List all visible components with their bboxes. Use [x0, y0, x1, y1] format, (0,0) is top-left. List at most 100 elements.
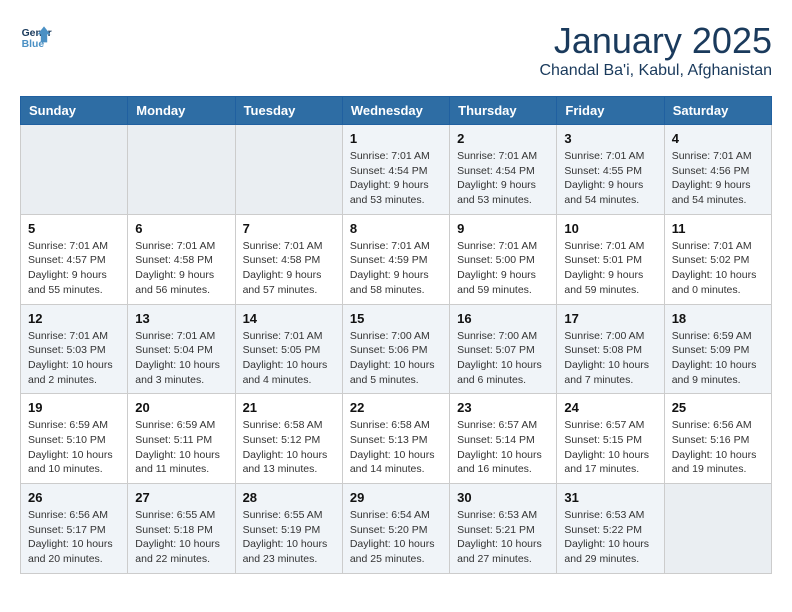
calendar-cell: 27 Sunrise: 6:55 AMSunset: 5:18 PMDayligh…	[128, 484, 235, 574]
day-info: Sunrise: 7:01 AMSunset: 4:57 PMDaylight:…	[28, 239, 120, 298]
day-info: Sunrise: 6:59 AMSunset: 5:11 PMDaylight:…	[135, 418, 227, 477]
day-info: Sunrise: 7:01 AMSunset: 5:02 PMDaylight:…	[672, 239, 764, 298]
day-info: Sunrise: 7:00 AMSunset: 5:07 PMDaylight:…	[457, 329, 549, 388]
calendar-cell: 25 Sunrise: 6:56 AMSunset: 5:16 PMDayligh…	[664, 394, 771, 484]
day-info: Sunrise: 7:00 AMSunset: 5:08 PMDaylight:…	[564, 329, 656, 388]
day-info: Sunrise: 7:01 AMSunset: 4:58 PMDaylight:…	[135, 239, 227, 298]
day-info: Sunrise: 7:01 AMSunset: 5:00 PMDaylight:…	[457, 239, 549, 298]
day-number: 4	[672, 131, 764, 146]
calendar-cell	[21, 125, 128, 215]
calendar-cell: 9 Sunrise: 7:01 AMSunset: 5:00 PMDaylight…	[450, 214, 557, 304]
day-info: Sunrise: 7:01 AMSunset: 5:04 PMDaylight:…	[135, 329, 227, 388]
day-number: 11	[672, 221, 764, 236]
col-header-tuesday: Tuesday	[235, 97, 342, 125]
day-number: 24	[564, 400, 656, 415]
calendar-cell: 16 Sunrise: 7:00 AMSunset: 5:07 PMDayligh…	[450, 304, 557, 394]
calendar-cell: 6 Sunrise: 7:01 AMSunset: 4:58 PMDaylight…	[128, 214, 235, 304]
title-block: January 2025 Chandal Ba'i, Kabul, Afghan…	[539, 20, 772, 80]
calendar-cell: 22 Sunrise: 6:58 AMSunset: 5:13 PMDayligh…	[342, 394, 449, 484]
day-info: Sunrise: 6:55 AMSunset: 5:18 PMDaylight:…	[135, 508, 227, 567]
calendar-header-row: SundayMondayTuesdayWednesdayThursdayFrid…	[21, 97, 772, 125]
day-info: Sunrise: 6:58 AMSunset: 5:12 PMDaylight:…	[243, 418, 335, 477]
calendar-cell: 12 Sunrise: 7:01 AMSunset: 5:03 PMDayligh…	[21, 304, 128, 394]
day-number: 14	[243, 311, 335, 326]
col-header-sunday: Sunday	[21, 97, 128, 125]
calendar-cell: 4 Sunrise: 7:01 AMSunset: 4:56 PMDaylight…	[664, 125, 771, 215]
day-number: 15	[350, 311, 442, 326]
calendar-cell: 23Sunrise: 6:57 AMSunset: 5:14 PMDayligh…	[450, 394, 557, 484]
month-title: January 2025	[539, 20, 772, 62]
day-number: 31	[564, 490, 656, 505]
calendar-cell: 20Sunrise: 6:59 AMSunset: 5:11 PMDayligh…	[128, 394, 235, 484]
calendar-cell: 29Sunrise: 6:54 AMSunset: 5:20 PMDayligh…	[342, 484, 449, 574]
calendar-week-row: 5Sunrise: 7:01 AMSunset: 4:57 PMDaylight…	[21, 214, 772, 304]
day-info: Sunrise: 7:01 AMSunset: 5:03 PMDaylight:…	[28, 329, 120, 388]
day-info: Sunrise: 6:56 AMSunset: 5:16 PMDaylight:…	[672, 418, 764, 477]
day-number: 16	[457, 311, 549, 326]
calendar-cell: 18Sunrise: 6:59 AMSunset: 5:09 PMDayligh…	[664, 304, 771, 394]
day-number: 22	[350, 400, 442, 415]
calendar-cell: 26 Sunrise: 6:56 AMSunset: 5:17 PMDayligh…	[21, 484, 128, 574]
day-number: 21	[243, 400, 335, 415]
calendar-table: SundayMondayTuesdayWednesdayThursdayFrid…	[20, 96, 772, 574]
col-header-saturday: Saturday	[664, 97, 771, 125]
day-info: Sunrise: 7:01 AMSunset: 4:54 PMDaylight:…	[457, 149, 549, 208]
calendar-week-row: 19Sunrise: 6:59 AMSunset: 5:10 PMDayligh…	[21, 394, 772, 484]
calendar-cell: 21 Sunrise: 6:58 AMSunset: 5:12 PMDayligh…	[235, 394, 342, 484]
calendar-cell: 17 Sunrise: 7:00 AMSunset: 5:08 PMDayligh…	[557, 304, 664, 394]
col-header-wednesday: Wednesday	[342, 97, 449, 125]
day-info: Sunrise: 7:01 AMSunset: 4:56 PMDaylight:…	[672, 149, 764, 208]
day-number: 3	[564, 131, 656, 146]
day-number: 30	[457, 490, 549, 505]
calendar-cell	[128, 125, 235, 215]
calendar-cell: 14 Sunrise: 7:01 AMSunset: 5:05 PMDayligh…	[235, 304, 342, 394]
day-number: 8	[350, 221, 442, 236]
calendar-cell: 8 Sunrise: 7:01 AMSunset: 4:59 PMDaylight…	[342, 214, 449, 304]
day-number: 29	[350, 490, 442, 505]
calendar-cell: 30Sunrise: 6:53 AMSunset: 5:21 PMDayligh…	[450, 484, 557, 574]
calendar-week-row: 26 Sunrise: 6:56 AMSunset: 5:17 PMDayligh…	[21, 484, 772, 574]
day-info: Sunrise: 6:55 AMSunset: 5:19 PMDaylight:…	[243, 508, 335, 567]
page-header: General Blue January 2025 Chandal Ba'i, …	[20, 20, 772, 80]
day-info: Sunrise: 7:01 AMSunset: 5:05 PMDaylight:…	[243, 329, 335, 388]
calendar-cell: 24 Sunrise: 6:57 AMSunset: 5:15 PMDayligh…	[557, 394, 664, 484]
day-number: 25	[672, 400, 764, 415]
day-info: Sunrise: 7:01 AMSunset: 4:59 PMDaylight:…	[350, 239, 442, 298]
day-info: Sunrise: 7:00 AMSunset: 5:06 PMDaylight:…	[350, 329, 442, 388]
day-number: 27	[135, 490, 227, 505]
day-number: 6	[135, 221, 227, 236]
calendar-cell: 2 Sunrise: 7:01 AMSunset: 4:54 PMDaylight…	[450, 125, 557, 215]
day-info: Sunrise: 6:53 AMSunset: 5:22 PMDaylight:…	[564, 508, 656, 567]
day-number: 9	[457, 221, 549, 236]
day-info: Sunrise: 6:57 AMSunset: 5:15 PMDaylight:…	[564, 418, 656, 477]
logo-icon: General Blue	[20, 20, 52, 52]
day-number: 19	[28, 400, 120, 415]
day-number: 10	[564, 221, 656, 236]
day-number: 13	[135, 311, 227, 326]
calendar-week-row: 12 Sunrise: 7:01 AMSunset: 5:03 PMDayligh…	[21, 304, 772, 394]
calendar-cell: 1Sunrise: 7:01 AMSunset: 4:54 PMDaylight…	[342, 125, 449, 215]
calendar-week-row: 1Sunrise: 7:01 AMSunset: 4:54 PMDaylight…	[21, 125, 772, 215]
day-info: Sunrise: 6:56 AMSunset: 5:17 PMDaylight:…	[28, 508, 120, 567]
calendar-cell: 5Sunrise: 7:01 AMSunset: 4:57 PMDaylight…	[21, 214, 128, 304]
day-number: 18	[672, 311, 764, 326]
calendar-cell: 11 Sunrise: 7:01 AMSunset: 5:02 PMDayligh…	[664, 214, 771, 304]
col-header-thursday: Thursday	[450, 97, 557, 125]
day-info: Sunrise: 6:58 AMSunset: 5:13 PMDaylight:…	[350, 418, 442, 477]
day-info: Sunrise: 6:57 AMSunset: 5:14 PMDaylight:…	[457, 418, 549, 477]
calendar-cell: 28 Sunrise: 6:55 AMSunset: 5:19 PMDayligh…	[235, 484, 342, 574]
day-number: 26	[28, 490, 120, 505]
calendar-cell: 10 Sunrise: 7:01 AMSunset: 5:01 PMDayligh…	[557, 214, 664, 304]
calendar-cell	[235, 125, 342, 215]
day-info: Sunrise: 7:01 AMSunset: 4:54 PMDaylight:…	[350, 149, 442, 208]
day-number: 17	[564, 311, 656, 326]
day-info: Sunrise: 7:01 AMSunset: 5:01 PMDaylight:…	[564, 239, 656, 298]
day-info: Sunrise: 7:01 AMSunset: 4:55 PMDaylight:…	[564, 149, 656, 208]
day-number: 28	[243, 490, 335, 505]
day-number: 2	[457, 131, 549, 146]
location-subtitle: Chandal Ba'i, Kabul, Afghanistan	[539, 62, 772, 80]
col-header-monday: Monday	[128, 97, 235, 125]
day-number: 12	[28, 311, 120, 326]
calendar-cell: 7Sunrise: 7:01 AMSunset: 4:58 PMDaylight…	[235, 214, 342, 304]
calendar-cell: 19Sunrise: 6:59 AMSunset: 5:10 PMDayligh…	[21, 394, 128, 484]
